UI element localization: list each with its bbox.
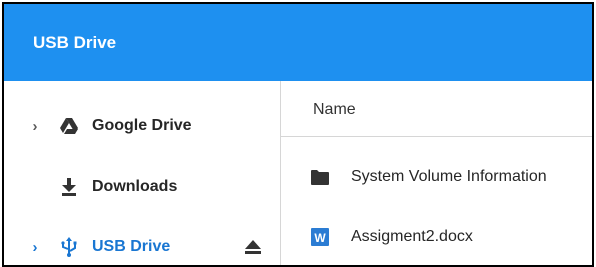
chevron-right-icon[interactable]: › <box>28 118 42 135</box>
eject-icon[interactable] <box>242 236 264 258</box>
sidebar-item-label: Downloads <box>92 178 178 195</box>
chevron-right-icon[interactable]: › <box>28 239 42 256</box>
google-drive-icon <box>58 115 80 137</box>
download-icon <box>58 176 80 198</box>
sidebar-item-label: USB Drive <box>92 238 171 255</box>
column-header-row: Name <box>281 81 592 137</box>
file-name: System Volume Information <box>351 168 547 185</box>
sidebar-item-usb-drive[interactable]: › USB Drive <box>4 227 280 265</box>
sidebar-item-label: Google Drive <box>92 117 192 134</box>
sidebar-item-google-drive[interactable]: › Google Drive <box>4 106 280 146</box>
column-header-name[interactable]: Name <box>313 101 356 119</box>
title-bar: USB Drive <box>4 4 592 81</box>
sidebar: › Google Drive Downloads › USB Drive <box>4 81 280 265</box>
sidebar-item-downloads[interactable]: Downloads <box>4 167 280 207</box>
file-manager-window: USB Drive › Google Drive Downloads › USB… <box>2 2 594 267</box>
window-title: USB Drive <box>33 32 117 52</box>
file-row-assigment2-docx[interactable]: W Assigment2.docx <box>281 219 592 259</box>
file-row-system-volume-information[interactable]: System Volume Information <box>281 159 592 199</box>
svg-text:W: W <box>314 231 326 245</box>
usb-icon <box>58 236 80 258</box>
folder-icon <box>310 167 330 187</box>
word-document-icon: W <box>310 227 330 247</box>
file-list: Name System Volume Information W Assigme… <box>281 81 592 265</box>
file-name: Assigment2.docx <box>351 228 473 245</box>
